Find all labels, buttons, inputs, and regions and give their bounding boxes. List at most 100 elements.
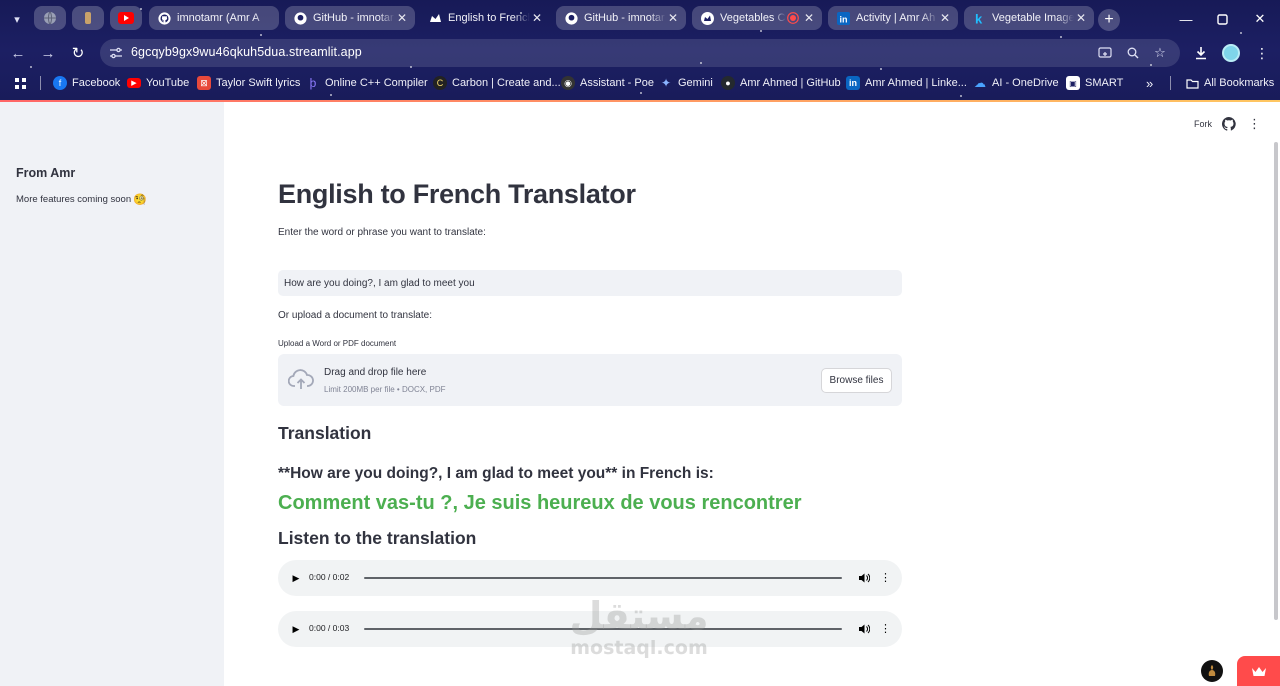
maximize-icon[interactable] bbox=[1211, 8, 1233, 30]
minimize-icon[interactable]: — bbox=[1175, 8, 1197, 30]
more-bookmarks-button[interactable]: » bbox=[1146, 74, 1153, 92]
poe-icon: ◉ bbox=[561, 76, 575, 90]
close-window-icon[interactable]: ✕ bbox=[1249, 8, 1271, 30]
recording-icon bbox=[786, 11, 800, 25]
smart-icon: ▣ bbox=[1066, 76, 1080, 90]
scrollbar[interactable] bbox=[1274, 142, 1278, 620]
dropzone-title: Drag and drop file here bbox=[324, 367, 427, 378]
bookmark-label: Assistant - Poe bbox=[580, 77, 654, 89]
github-icon bbox=[293, 11, 307, 25]
svg-text:k: k bbox=[975, 12, 983, 25]
upload-intro: Or upload a document to translate: bbox=[278, 310, 432, 321]
tab-close-icon[interactable]: ✕ bbox=[666, 11, 680, 25]
tab-6[interactable]: k Vegetable Image ✕ bbox=[964, 6, 1094, 30]
bookmark-cpp-compiler[interactable]: ϸ Online C++ Compiler bbox=[306, 74, 428, 92]
tab-close-icon[interactable]: ✕ bbox=[802, 11, 816, 25]
tab-title: Activity | Amr Ah bbox=[856, 12, 936, 24]
tab-title: English to French bbox=[448, 12, 530, 24]
bookmark-github[interactable]: ● Amr Ahmed | GitHub bbox=[721, 74, 841, 92]
github-icon: ● bbox=[721, 76, 735, 90]
profile-avatar[interactable] bbox=[1222, 44, 1240, 62]
tab-title: GitHub - imnotar bbox=[584, 12, 665, 24]
bookmark-facebook[interactable]: f Facebook bbox=[53, 74, 120, 92]
new-tab-button[interactable]: + bbox=[1098, 9, 1120, 31]
youtube-icon bbox=[118, 12, 134, 24]
back-icon[interactable]: ← bbox=[7, 42, 29, 64]
dropzone-limit: Limit 200MB per file • DOCX, PDF bbox=[324, 385, 446, 394]
audio-more-icon[interactable]: ⋮ bbox=[880, 571, 891, 585]
bookmark-youtube[interactable]: ▶ YouTube bbox=[127, 74, 189, 92]
compiler-icon: ϸ bbox=[309, 76, 317, 90]
file-dropzone[interactable]: Drag and drop file here Limit 200MB per … bbox=[278, 354, 902, 406]
reload-icon[interactable]: ↻ bbox=[67, 42, 89, 64]
tab-5[interactable]: in Activity | Amr Ah ✕ bbox=[828, 6, 958, 30]
bookmark-onedrive[interactable]: ☁ AI - OneDrive bbox=[973, 74, 1059, 92]
tab-4[interactable]: Vegetables Cl ✕ bbox=[692, 6, 822, 30]
tab-search-icon[interactable]: ▾ bbox=[6, 8, 28, 30]
tab-3[interactable]: GitHub - imnotar ✕ bbox=[556, 6, 686, 30]
translated-text: Comment vas-tu ?, Je suis heureux de vou… bbox=[278, 492, 802, 514]
input-label: Enter the word or phrase you want to tra… bbox=[278, 227, 486, 238]
tab-close-icon[interactable]: ✕ bbox=[530, 11, 544, 25]
tab-1[interactable]: GitHub - imnotar ✕ bbox=[285, 6, 415, 30]
uploader-label: Upload a Word or PDF document bbox=[278, 339, 397, 348]
volume-icon[interactable] bbox=[857, 571, 871, 585]
bookmark-linkedin[interactable]: in Amr Ahmed | Linke... bbox=[846, 74, 967, 92]
tab-close-icon[interactable]: ✕ bbox=[395, 11, 409, 25]
folder-icon bbox=[1185, 76, 1199, 90]
play-icon[interactable]: ▶ bbox=[290, 572, 302, 584]
pinned-tab-youtube[interactable] bbox=[110, 6, 142, 30]
bookmark-smart[interactable]: ▣ SMART bbox=[1066, 74, 1123, 92]
bookmarks-separator bbox=[40, 76, 41, 90]
all-bookmarks-button[interactable]: All Bookmarks bbox=[1185, 74, 1274, 92]
bookmark-star-icon[interactable]: ☆ bbox=[1152, 45, 1168, 61]
pinned-tab-app[interactable] bbox=[72, 6, 104, 30]
zoom-icon[interactable] bbox=[1125, 45, 1141, 61]
bookmark-label: Facebook bbox=[72, 77, 121, 89]
tab-close-icon[interactable]: ✕ bbox=[1074, 11, 1088, 25]
tab-2-active[interactable]: English to French ✕ bbox=[420, 6, 550, 30]
app-icon bbox=[85, 12, 91, 24]
bookmark-taylor-swift-lyrics[interactable]: ⊠ Taylor Swift lyrics bbox=[197, 74, 300, 92]
chrome-menu-icon[interactable]: ⋮ bbox=[1251, 42, 1273, 64]
tab-strip: ▾ imnotamr (Amr A GitHub - imnotar ✕ Eng… bbox=[0, 3, 1280, 33]
bookmark-gemini[interactable]: ✦ Gemini bbox=[659, 74, 713, 92]
cast-icon[interactable] bbox=[1097, 45, 1113, 61]
streamlit-icon bbox=[700, 11, 714, 25]
forward-icon[interactable]: → bbox=[37, 42, 59, 64]
volume-icon[interactable] bbox=[857, 622, 871, 636]
tab-0[interactable]: imnotamr (Amr A bbox=[149, 6, 279, 30]
streamlit-crown-icon[interactable] bbox=[1237, 656, 1280, 686]
bookmark-label: SMART bbox=[1085, 77, 1124, 89]
download-icon[interactable] bbox=[1190, 42, 1212, 64]
creator-avatar[interactable] bbox=[1201, 660, 1223, 682]
facebook-icon: f bbox=[53, 76, 67, 90]
github-icon[interactable] bbox=[1221, 117, 1236, 131]
url-text: 6gcqyb9gx9wu46qkuh5dua.streamlit.app bbox=[131, 45, 362, 59]
globe-icon bbox=[44, 11, 56, 25]
bookmark-carbon[interactable]: C Carbon | Create and... bbox=[433, 74, 561, 92]
main-menu-icon[interactable]: ⋮ bbox=[1248, 117, 1261, 131]
listen-header: Listen to the translation bbox=[278, 528, 477, 548]
bookmark-label: Taylor Swift lyrics bbox=[216, 77, 301, 89]
audio-more-icon[interactable]: ⋮ bbox=[880, 622, 891, 636]
github-icon bbox=[157, 11, 171, 25]
pinned-tab-globe[interactable] bbox=[34, 6, 66, 30]
audio-progress-track[interactable] bbox=[364, 577, 842, 579]
address-bar[interactable]: 6gcqyb9gx9wu46qkuh5dua.streamlit.app ☆ bbox=[100, 39, 1180, 67]
gemini-icon: ✦ bbox=[660, 76, 672, 90]
bookmark-poe[interactable]: ◉ Assistant - Poe bbox=[561, 74, 654, 92]
page-title: English to French Translator bbox=[278, 179, 636, 209]
bookmark-label: Gemini bbox=[678, 77, 713, 89]
translation-header: Translation bbox=[278, 423, 372, 443]
youtube-icon: ▶ bbox=[127, 78, 141, 88]
browse-files-button[interactable]: Browse files bbox=[821, 368, 892, 393]
apps-icon[interactable] bbox=[14, 74, 27, 92]
tab-close-icon[interactable]: ✕ bbox=[938, 11, 952, 25]
translate-input[interactable] bbox=[278, 270, 902, 296]
translate-input-field[interactable] bbox=[284, 277, 896, 289]
audio-player[interactable]: ▶ 0:00 / 0:02 ⋮ bbox=[278, 560, 902, 596]
play-icon[interactable]: ▶ bbox=[290, 623, 302, 635]
fork-button[interactable]: Fork bbox=[1194, 119, 1212, 129]
site-info-icon[interactable] bbox=[108, 45, 124, 61]
